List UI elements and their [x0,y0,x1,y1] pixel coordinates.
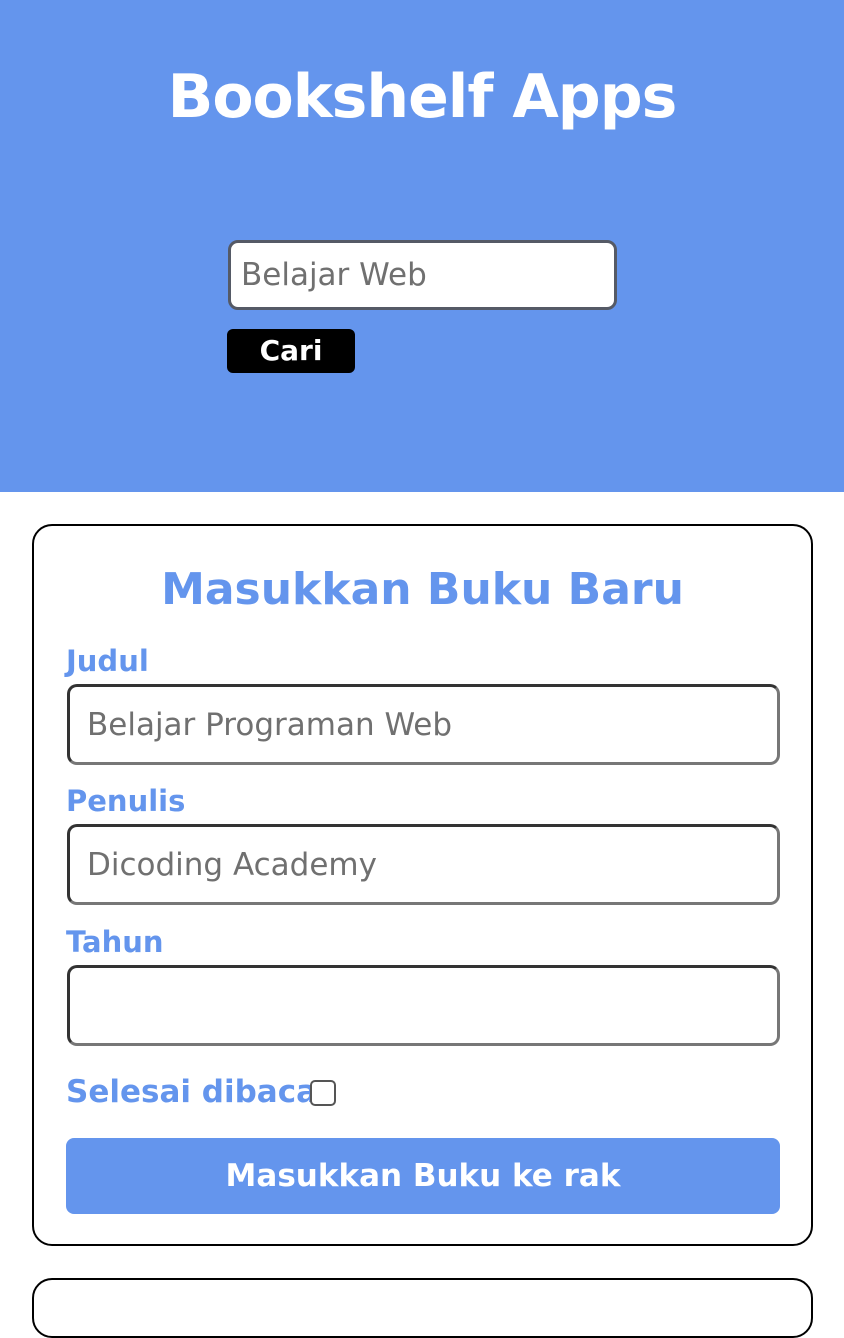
author-field[interactable] [67,824,780,905]
input-book-section: Masukkan Buku Baru Judul Penulis Tahun S… [32,524,813,1246]
app-header: Bookshelf Apps Cari [0,0,844,492]
section-title: Masukkan Buku Baru [161,564,684,615]
next-section-edge [32,1278,813,1338]
title-field[interactable] [67,684,780,765]
complete-checkbox[interactable] [310,1080,336,1106]
search-input[interactable] [228,240,617,310]
search-button[interactable]: Cari [227,329,355,373]
author-label: Penulis [66,784,186,818]
title-label: Judul [66,644,149,678]
complete-label: Selesai dibaca [66,1074,318,1110]
app-title: Bookshelf Apps [167,62,678,132]
submit-book-button[interactable]: Masukkan Buku ke rak [66,1138,780,1214]
year-field[interactable] [67,965,780,1046]
year-label: Tahun [66,925,164,959]
